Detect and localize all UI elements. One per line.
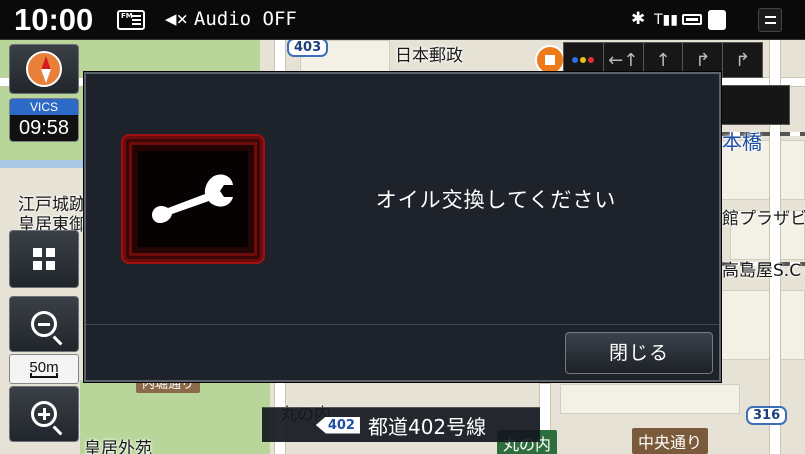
info-panel [720, 85, 790, 125]
zoom-in-button[interactable] [9, 386, 79, 442]
bluetooth-icon: ✱ [631, 9, 646, 29]
maintenance-dialog: オイル交換してください 閉じる [84, 72, 721, 382]
signal-icon: T▮▮ [654, 12, 678, 28]
current-road-banner: 402 都道402号線 [262, 407, 540, 442]
clock: 10:00 [14, 2, 94, 37]
grid-icon [33, 248, 55, 270]
street-label-chuo-dori: 中央通り [632, 428, 709, 454]
route-number-316: 316 [746, 406, 788, 425]
menu-grid-button[interactable] [9, 230, 79, 288]
map-label-tokyu-plaza: 館プラザビ [722, 209, 805, 229]
close-button[interactable]: 閉じる [565, 332, 713, 374]
moat [0, 160, 90, 168]
radio-icon[interactable]: FM [117, 10, 145, 30]
stop-route-button[interactable] [535, 45, 565, 75]
audio-status-label: Audio OFF [193, 8, 297, 30]
map-label-takashimaya: 高島屋S.C [722, 261, 802, 281]
lane-arrow: ↱ [735, 49, 751, 71]
compass-icon [26, 51, 62, 87]
vics-time: 09:58 [18, 117, 70, 139]
menu-icon-line [765, 22, 776, 24]
route-number-403: 403 [287, 38, 329, 57]
current-road-name: 都道402号線 [367, 414, 487, 439]
map-label-nihonbashi: 本橋 [722, 130, 762, 154]
route-shield-icon: 402 [315, 416, 360, 434]
audio-status[interactable]: ◀× Audio OFF [165, 8, 297, 30]
map-block [720, 290, 805, 360]
radio-icon-text: FM [121, 12, 133, 20]
compass-button[interactable] [9, 44, 79, 94]
phone-icon [708, 10, 726, 30]
map-label-kokyo-gaien: 皇居外苑 [84, 439, 152, 454]
traffic-signal-icon [572, 57, 595, 63]
dialog-divider [86, 324, 719, 325]
zoom-out-icon [31, 311, 57, 337]
mute-icon: ◀× [165, 8, 188, 30]
zoom-out-button[interactable] [9, 296, 79, 352]
dialog-icon-frame [123, 136, 263, 262]
menu-button[interactable] [758, 8, 782, 32]
menu-icon-line [765, 16, 776, 18]
vics-panel[interactable]: VICS 09:58 [9, 98, 79, 142]
map-block [560, 384, 740, 414]
vics-label: VICS [10, 99, 78, 115]
wrench-icon [152, 174, 233, 223]
battery-icon [682, 14, 702, 25]
zoom-in-icon [31, 401, 57, 427]
dialog-message: オイル交換してください [375, 188, 617, 212]
map-scale: 50m [9, 354, 79, 384]
status-bar: 10:00 FM ◀× Audio OFF ✱ T▮▮ [0, 0, 805, 40]
dialog-icon-box [138, 151, 248, 247]
map-label-nihon-yusei: 日本郵政 [395, 46, 463, 66]
